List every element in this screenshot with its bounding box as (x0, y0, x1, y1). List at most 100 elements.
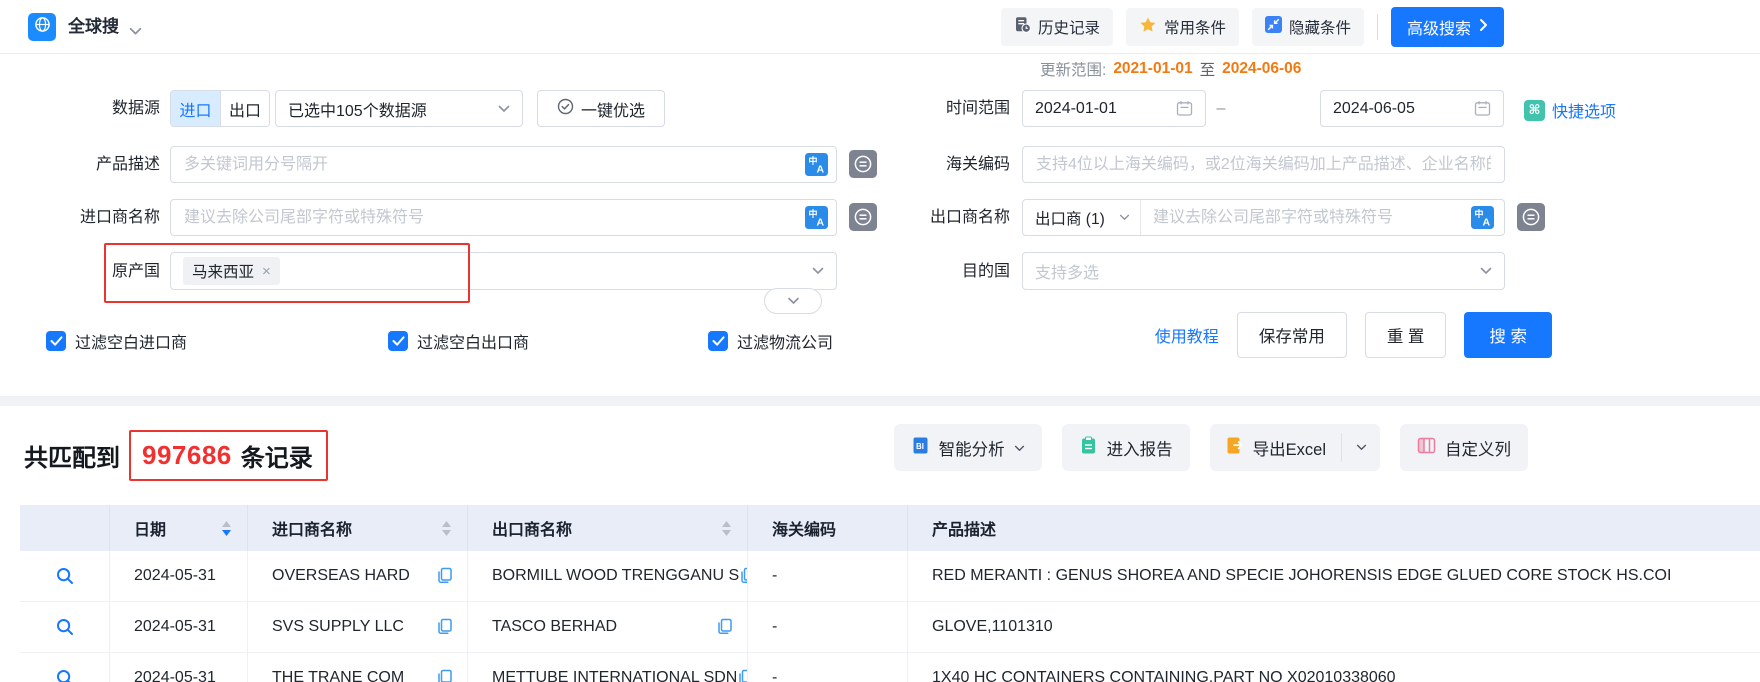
importer-label: 进口商名称 (10, 199, 160, 236)
exporter-type-value: 出口商 (1) (1035, 207, 1105, 229)
hide-conditions-button[interactable]: 隐藏条件 (1252, 8, 1364, 46)
sort-icon[interactable] (442, 521, 451, 536)
header-label: 海关编码 (772, 516, 836, 540)
hs-code-label: 海关编码 (860, 146, 1010, 183)
data-source-selected-text: 已选中105个数据源 (288, 97, 427, 121)
export-options-caret[interactable] (1342, 424, 1380, 471)
destination-select[interactable]: 支持多选 (1022, 252, 1505, 290)
topbar-actions: 历史记录 常用条件 隐藏条件 高级搜索 (1001, 0, 1504, 54)
magnifier-icon[interactable] (55, 668, 75, 682)
hs-code-input[interactable] (1022, 146, 1505, 183)
importer-value: OVERSEAS HARD (272, 567, 410, 585)
one-click-optimize-button[interactable]: 一键优选 (537, 90, 665, 127)
magnifier-icon[interactable] (55, 566, 75, 586)
summary-prefix: 共匹配到 (24, 438, 120, 473)
header-cell-hs-code: 海关编码 (748, 505, 908, 551)
history-button[interactable]: 历史记录 (1001, 8, 1113, 46)
copy-icon[interactable] (436, 669, 454, 682)
sort-icon[interactable] (722, 521, 731, 536)
cell-product: 1X40 HC CONTAINERS CONTAINING,PART NO X0… (908, 653, 1760, 682)
table-row: 2024-05-31 SVS SUPPLY LLC TASCO BERHAD -… (20, 602, 1760, 653)
export-excel-split-button: 导出Excel (1210, 424, 1380, 471)
filter-blank-importer-checkbox[interactable]: 过滤空白进口商 (46, 330, 187, 352)
quick-options-label: 快捷选项 (1552, 98, 1616, 122)
results-toolbar: BI 智能分析 进入报告 导出Excel (894, 424, 1528, 471)
advanced-search-button[interactable]: 高级搜索 (1391, 7, 1504, 47)
save-favorite-button[interactable]: 保存常用 (1237, 312, 1347, 358)
advanced-search-label: 高级搜索 (1407, 15, 1471, 39)
exporter-type-select[interactable]: 出口商 (1) (1023, 200, 1141, 235)
exporter-value: METTUBE INTERNATIONAL SDN (492, 669, 737, 682)
header-cell-product: 产品描述 (908, 505, 1760, 551)
filter-label: 过滤空白出口商 (417, 329, 529, 353)
calendar-icon (1474, 100, 1491, 117)
filter-logistics-checkbox[interactable]: 过滤物流公司 (708, 330, 833, 352)
form-actions: 使用教程 保存常用 重 置 搜 索 (1155, 312, 1552, 358)
cell-date: 2024-05-31 (110, 653, 248, 682)
origin-tag-label: 马来西亚 (192, 260, 254, 282)
importer-value: THE TRANE COM (272, 669, 404, 682)
date-from-input[interactable]: 2024-01-01 (1022, 90, 1206, 127)
smart-analysis-button[interactable]: BI 智能分析 (894, 424, 1042, 471)
custom-columns-button[interactable]: 自定义列 (1400, 424, 1528, 471)
enter-report-button[interactable]: 进入报告 (1062, 424, 1190, 471)
header-cell-exporter[interactable]: 出口商名称 (468, 505, 748, 551)
reset-button[interactable]: 重 置 (1365, 312, 1447, 358)
copy-icon[interactable] (436, 618, 454, 636)
exact-match-icon[interactable] (1517, 203, 1545, 231)
header-cell-date[interactable]: 日期 (110, 505, 248, 551)
origin-tag: 马来西亚 × (183, 257, 280, 285)
exporter-value: BORMILL WOOD TRENGGANU S (492, 567, 739, 585)
quick-options-link[interactable]: ⌘ 快捷选项 (1524, 98, 1616, 122)
cell-importer: SVS SUPPLY LLC (248, 602, 468, 652)
search-button[interactable]: 搜 索 (1464, 312, 1552, 358)
cell-hs-code: - (748, 602, 908, 652)
header-label: 日期 (134, 516, 166, 540)
filter-blank-exporter-checkbox[interactable]: 过滤空白出口商 (388, 330, 529, 352)
date-range-dash: – (1208, 90, 1234, 127)
data-source-select[interactable]: 已选中105个数据源 (275, 90, 523, 127)
translate-icon[interactable]: 中A (1471, 206, 1494, 229)
exporter-field: 出口商 (1) (1022, 199, 1505, 236)
update-range-joiner: 至 (1200, 58, 1216, 80)
svg-text:A: A (817, 164, 825, 176)
cell-importer: OVERSEAS HARD (248, 551, 468, 601)
hs-code-value: - (772, 567, 777, 585)
importer-input[interactable] (170, 199, 837, 236)
collapse-form-button[interactable] (764, 288, 822, 314)
date-value: 2024-05-31 (134, 669, 216, 682)
product-desc-input[interactable] (170, 146, 837, 183)
cell-detail (20, 653, 110, 682)
table-row: 2024-05-31 OVERSEAS HARD BORMILL WOOD TR… (20, 551, 1760, 602)
translate-icon[interactable]: 中A (805, 206, 828, 229)
export-excel-button[interactable]: 导出Excel (1210, 424, 1341, 471)
copy-icon[interactable] (737, 669, 748, 682)
copy-icon[interactable] (436, 567, 454, 585)
date-from-value: 2024-01-01 (1035, 100, 1117, 118)
data-source-label: 数据源 (10, 90, 160, 127)
summary-suffix: 条记录 (241, 438, 313, 473)
tab-export[interactable]: 出口 (220, 91, 269, 126)
exporter-input[interactable] (1141, 200, 1504, 235)
cell-hs-code: - (748, 551, 908, 601)
chevron-down-icon (812, 267, 824, 275)
header-cell-importer[interactable]: 进口商名称 (248, 505, 468, 551)
bi-document-icon: BI (911, 436, 930, 460)
tutorial-link[interactable]: 使用教程 (1155, 323, 1219, 347)
favorites-button[interactable]: 常用条件 (1126, 8, 1239, 46)
translate-icon[interactable]: 中A (805, 153, 828, 176)
destination-label: 目的国 (860, 253, 1010, 290)
chevron-down-icon (498, 105, 510, 113)
copy-icon[interactable] (739, 567, 748, 585)
app-switcher-caret-icon[interactable] (129, 23, 142, 41)
tag-close-icon[interactable]: × (262, 264, 271, 279)
tab-import[interactable]: 进口 (171, 91, 220, 126)
magnifier-icon[interactable] (55, 617, 75, 637)
sort-icon-date-desc-active[interactable] (222, 521, 231, 536)
chevron-down-icon (1119, 214, 1130, 221)
cell-hs-code: - (748, 653, 908, 682)
copy-icon[interactable] (716, 618, 734, 636)
origin-country-select[interactable]: 马来西亚 × (170, 252, 837, 290)
export-excel-label: 导出Excel (1253, 436, 1326, 460)
date-to-input[interactable]: 2024-06-05 (1320, 90, 1504, 127)
